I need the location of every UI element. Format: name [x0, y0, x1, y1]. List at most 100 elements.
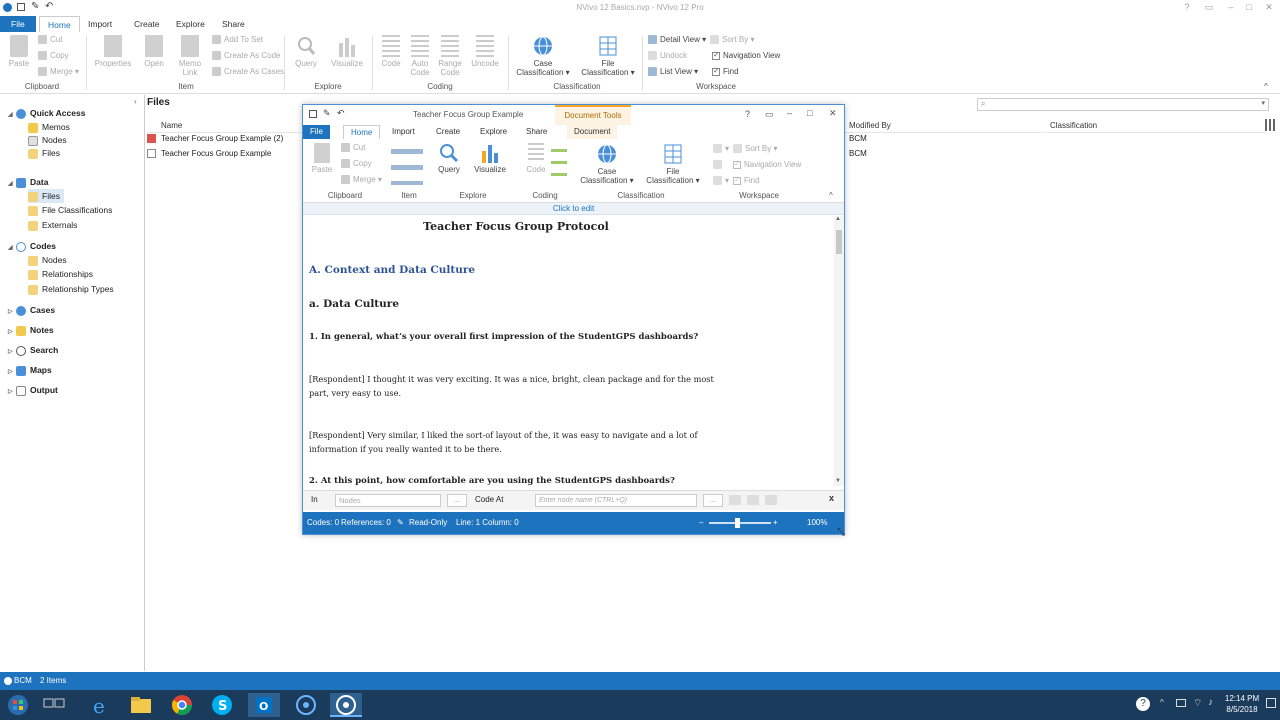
zoom-out-icon[interactable]: – — [699, 512, 703, 534]
column-header-classification[interactable]: Classification — [1046, 119, 1266, 133]
range-code-button[interactable]: Range Code — [436, 35, 464, 77]
column-header-modified-by[interactable]: Modified By — [845, 119, 1045, 133]
nav-maps[interactable]: ▷ Maps — [8, 363, 52, 377]
wifi-icon[interactable]: ⌔ — [1193, 697, 1202, 710]
tab-create[interactable]: Create — [126, 16, 168, 32]
node-name-input[interactable]: Enter node name (CTRL+Q) — [535, 494, 697, 507]
copy-button[interactable]: Copy — [38, 50, 69, 62]
uncode-button[interactable]: Uncode — [468, 35, 502, 68]
auto-code-button[interactable]: Auto Code — [406, 35, 434, 77]
doc-case-classification-button[interactable]: Case Classification ▾ — [577, 143, 637, 185]
nav-codes[interactable]: ◢ Codes — [8, 239, 56, 253]
collapse-nav-icon[interactable]: ‹ — [134, 97, 137, 106]
doc-tab-explore[interactable]: Explore — [473, 125, 514, 139]
nav-item-data-files[interactable]: Files — [28, 189, 64, 203]
tab-explore[interactable]: Explore — [168, 16, 213, 32]
uncode-selection-icon[interactable] — [747, 495, 759, 505]
restore-icon[interactable]: ▭ — [765, 109, 774, 120]
nav-notes[interactable]: ▷ Notes — [8, 323, 54, 337]
minimize-icon[interactable]: – — [787, 108, 792, 118]
nav-item-code-nodes[interactable]: Nodes — [28, 253, 67, 267]
maximize-icon[interactable]: □ — [1242, 2, 1256, 14]
nodes-select[interactable]: Nodes — [335, 494, 441, 507]
read-only-indicator[interactable]: Read-Only — [409, 512, 447, 534]
volume-icon[interactable]: ♪ — [1208, 697, 1213, 708]
code-options-icon[interactable] — [765, 495, 777, 505]
paste-button[interactable]: Paste — [6, 35, 32, 68]
find-toggle[interactable]: ✓ Find — [712, 66, 739, 78]
item-tools-icon[interactable] — [391, 145, 423, 185]
case-classification-button[interactable]: Case Classification ▾ — [514, 35, 572, 77]
nvivo-active-taskbar-icon[interactable] — [330, 693, 362, 717]
nav-output[interactable]: ▷ Output — [8, 383, 58, 397]
column-chooser-icon[interactable] — [1265, 119, 1277, 131]
notifications-icon[interactable] — [1266, 698, 1276, 708]
file-classification-button[interactable]: File Classification ▾ — [578, 35, 638, 77]
table-row[interactable]: Teacher Focus Group Example (2) — [147, 132, 302, 146]
close-icon[interactable]: x — [829, 493, 834, 503]
help-icon[interactable]: ? — [745, 109, 750, 119]
clock-date[interactable]: 8/5/2018 — [1222, 705, 1262, 714]
table-row[interactable]: Teacher Focus Group Example — [147, 147, 302, 161]
doc-tab-file[interactable]: File — [303, 125, 330, 139]
nav-data[interactable]: ◢ Data — [8, 175, 48, 189]
doc-tab-home[interactable]: Home — [343, 125, 381, 139]
windows-start-icon[interactable] — [2, 693, 34, 717]
task-view-icon[interactable] — [38, 693, 70, 717]
doc-merge-button[interactable]: Merge ▾ — [341, 174, 382, 186]
nav-item-file-classifications[interactable]: File Classifications — [28, 203, 112, 217]
list-view-button[interactable]: List View ▾ — [648, 66, 698, 78]
doc-copy-button[interactable]: Copy — [341, 158, 372, 170]
doc-layout-button[interactable]: ▾ — [713, 143, 729, 155]
code-selection-icon[interactable] — [729, 495, 741, 505]
tray-chevron-up-icon[interactable]: ^ — [1160, 698, 1164, 707]
doc-navigation-view-toggle[interactable]: ✓ Navigation View — [733, 159, 801, 171]
nav-cases[interactable]: ▷ Cases — [8, 303, 55, 317]
help-icon[interactable]: ? — [1180, 2, 1194, 14]
tab-import[interactable]: Import — [80, 16, 120, 32]
tab-home[interactable]: Home — [39, 16, 80, 32]
nav-item-relationship-types[interactable]: Relationship Types — [28, 282, 114, 296]
visualize-button[interactable]: Visualize — [328, 35, 366, 68]
zoom-slider[interactable] — [709, 522, 771, 524]
nav-search[interactable]: ▷ Search — [8, 343, 58, 357]
tab-share[interactable]: Share — [214, 16, 253, 32]
browse-node-button[interactable]: … — [703, 494, 723, 507]
open-button[interactable]: Open — [140, 35, 168, 68]
doc-tab-import[interactable]: Import — [385, 125, 422, 139]
query-button[interactable]: Query — [290, 35, 322, 68]
create-as-code-button[interactable]: Create As Code — [212, 50, 280, 62]
navigation-view-toggle[interactable]: ✓ Navigation View — [712, 50, 780, 62]
chevron-down-icon[interactable]: ▾ — [1261, 99, 1265, 107]
close-icon[interactable]: ✕ — [829, 108, 837, 119]
zoom-slider-thumb[interactable] — [735, 518, 740, 528]
battery-icon[interactable] — [1176, 699, 1186, 707]
file-explorer-icon[interactable] — [125, 693, 157, 717]
save-icon[interactable] — [309, 110, 317, 118]
edit-icon[interactable]: ✎ — [323, 108, 331, 119]
doc-undock-button[interactable] — [713, 159, 725, 171]
clock-time[interactable]: 12:14 PM — [1222, 694, 1262, 703]
chrome-icon[interactable] — [166, 693, 198, 717]
coding-stripes-icon[interactable] — [551, 145, 567, 183]
nav-item-relationships[interactable]: Relationships — [28, 267, 93, 281]
maximize-icon[interactable]: □ — [807, 108, 812, 118]
detail-view-button[interactable]: Detail View ▾ — [648, 34, 706, 46]
doc-tab-share[interactable]: Share — [519, 125, 554, 139]
zoom-in-icon[interactable]: + — [773, 512, 778, 534]
doc-list-view-button[interactable]: ▾ — [713, 175, 729, 187]
doc-code-button[interactable]: Code — [525, 143, 547, 174]
nav-item-files[interactable]: Files — [28, 146, 60, 160]
doc-sort-by-button[interactable]: Sort By ▾ — [733, 143, 777, 155]
merge-button[interactable]: Merge ▾ — [38, 66, 79, 78]
collapse-ribbon-icon[interactable]: ^ — [1264, 82, 1268, 91]
nav-item-memos[interactable]: Memos — [28, 120, 70, 134]
scroll-up-icon[interactable]: ▲ — [835, 216, 841, 222]
doc-visualize-button[interactable]: Visualize — [471, 143, 509, 174]
create-as-cases-button[interactable]: Create As Cases — [212, 66, 284, 78]
close-icon[interactable]: ✕ — [1262, 2, 1276, 14]
doc-tab-document[interactable]: Document — [567, 125, 618, 139]
browse-nodes-button[interactable]: … — [447, 494, 467, 507]
document-content[interactable]: Teacher Focus Group Protocol A. Context … — [303, 216, 833, 486]
properties-button[interactable]: Properties — [92, 35, 134, 68]
